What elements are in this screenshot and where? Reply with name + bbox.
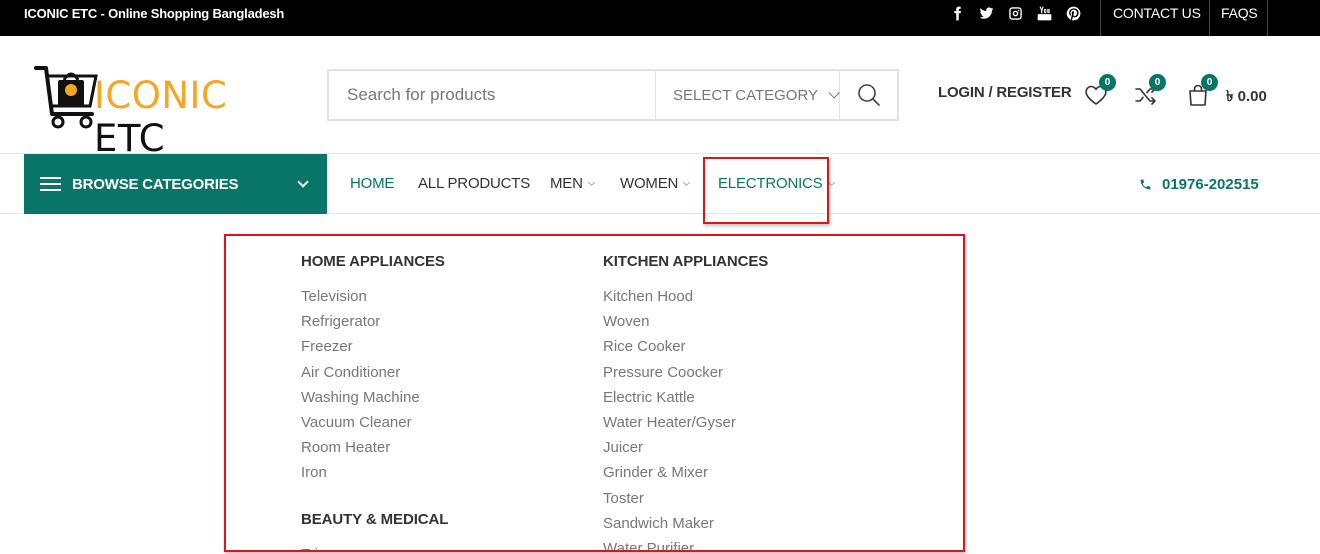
topbar-divider bbox=[1100, 0, 1101, 36]
highlight-box-electronics bbox=[703, 157, 829, 224]
nav-item-label: MEN bbox=[550, 175, 583, 192]
instagram-icon[interactable] bbox=[1006, 4, 1025, 23]
wishlist-count-badge: 0 bbox=[1099, 74, 1116, 91]
compare-count-badge: 0 bbox=[1149, 74, 1166, 91]
category-select[interactable]: SELECT CATEGORY bbox=[655, 71, 840, 119]
facebook-icon[interactable] bbox=[948, 4, 967, 23]
nav-item-label: ALL PRODUCTS bbox=[418, 175, 531, 192]
social-links bbox=[948, 4, 1083, 24]
search-bar: SELECT CATEGORY bbox=[327, 69, 899, 121]
nav-item-men[interactable]: MEN bbox=[550, 154, 595, 214]
search-input[interactable] bbox=[329, 71, 655, 119]
cart-count-badge: 0 bbox=[1201, 74, 1218, 91]
chevron-down-icon bbox=[828, 87, 840, 99]
chevron-down-icon bbox=[683, 178, 691, 187]
login-register-link[interactable]: LOGIN / REGISTER bbox=[938, 84, 1072, 101]
hamburger-menu-icon bbox=[40, 177, 61, 191]
twitter-icon[interactable] bbox=[977, 4, 996, 23]
contact-us-link[interactable]: CONTACT US bbox=[1113, 0, 1201, 27]
support-phone[interactable]: 01976-202515 bbox=[1139, 176, 1259, 193]
nav-item-women[interactable]: WOMEN bbox=[620, 154, 691, 214]
pinterest-icon[interactable] bbox=[1064, 4, 1083, 23]
nav-item-label: WOMEN bbox=[620, 175, 679, 192]
search-icon bbox=[857, 84, 880, 106]
logo-wordmark: ICONIC ETC bbox=[94, 74, 304, 160]
site-logo[interactable]: ICONIC ETC bbox=[34, 64, 304, 160]
chevron-down-icon bbox=[297, 176, 309, 188]
topbar-divider bbox=[1267, 0, 1268, 36]
top-bar: ICONIC ETC - Online Shopping Bangladesh … bbox=[0, 0, 1320, 36]
site-tagline: ICONIC ETC - Online Shopping Bangladesh bbox=[24, 6, 285, 21]
chevron-down-icon bbox=[587, 178, 595, 187]
browse-categories-label: BROWSE CATEGORIES bbox=[72, 175, 239, 193]
site-header: ICONIC ETC SELECT CATEGORY LOGIN / REGIS… bbox=[0, 36, 1320, 160]
faqs-link[interactable]: FAQS bbox=[1221, 0, 1258, 27]
topbar-divider bbox=[1209, 0, 1210, 36]
wishlist-button[interactable]: 0 bbox=[1084, 74, 1116, 107]
category-select-label: SELECT CATEGORY bbox=[673, 86, 819, 104]
logo-word-iconic: ICONIC bbox=[94, 74, 228, 117]
support-phone-number: 01976-202515 bbox=[1162, 176, 1259, 193]
compare-button[interactable]: 0 bbox=[1134, 74, 1166, 107]
search-button[interactable] bbox=[840, 71, 897, 119]
main-nav-bar: BROWSE CATEGORIES HOME ALL PRODUCTS MEN … bbox=[0, 154, 1320, 214]
phone-icon bbox=[1140, 179, 1151, 190]
youtube-icon[interactable] bbox=[1035, 4, 1054, 23]
highlight-box-mega-menu bbox=[224, 234, 965, 552]
nav-item-all-products[interactable]: ALL PRODUCTS bbox=[418, 154, 530, 214]
nav-item-label: HOME bbox=[350, 175, 395, 192]
cart-button[interactable]: 0 bbox=[1186, 74, 1218, 107]
browse-categories-button[interactable]: BROWSE CATEGORIES bbox=[24, 154, 327, 214]
nav-item-home[interactable]: HOME bbox=[350, 154, 394, 214]
cart-total[interactable]: ৳ 0.00 bbox=[1226, 85, 1267, 110]
